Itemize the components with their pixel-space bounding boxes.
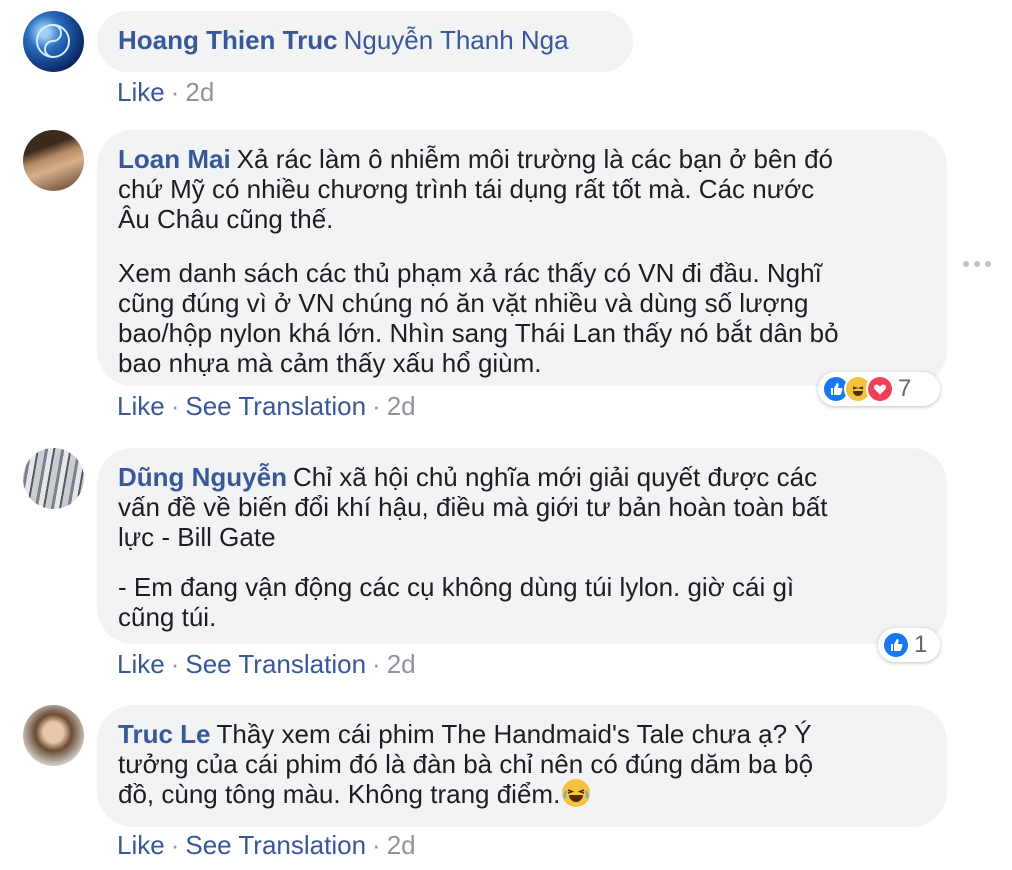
- comment-bubble: Dũng Nguyễn Chỉ xã hội chủ nghĩa mới giải…: [97, 448, 947, 644]
- see-translation-link[interactable]: See Translation: [185, 391, 366, 421]
- separator: ·: [170, 830, 180, 860]
- avatar[interactable]: [23, 130, 84, 191]
- author-name[interactable]: Truc Le: [118, 719, 210, 749]
- comment-bubble: Hoang Thien Truc Nguyễn Thanh Nga: [97, 11, 633, 72]
- author-name[interactable]: Hoang Thien Truc: [118, 25, 338, 55]
- comment-actions: Like · See Translation · 2d: [117, 830, 416, 861]
- comment-text-line: bao/hộp nylon khá lớn. Nhìn sang Thái La…: [118, 318, 839, 348]
- reaction-count: 1: [914, 631, 928, 658]
- timestamp[interactable]: 2d: [387, 830, 416, 860]
- reactions-summary[interactable]: 1: [878, 628, 940, 662]
- comment-text-line: chứ Mỹ có nhiều chương trình tái dụng rấ…: [118, 174, 815, 204]
- separator: ·: [170, 391, 180, 421]
- comment-text-line: đồ, cùng tông màu. Không trang điểm.: [118, 779, 561, 809]
- separator: ·: [372, 649, 381, 679]
- like-reaction-icon: [882, 631, 910, 659]
- like-link[interactable]: Like: [117, 830, 165, 860]
- like-link[interactable]: Like: [117, 649, 165, 679]
- separator: ·: [170, 77, 180, 107]
- reactions-summary[interactable]: 7: [818, 372, 940, 406]
- timestamp[interactable]: 2d: [387, 391, 416, 421]
- comment-text-line: vấn đề về biến đổi khí hậu, điều mà giới…: [118, 492, 828, 522]
- author-name[interactable]: Dũng Nguyễn: [118, 462, 287, 492]
- timestamp[interactable]: 2d: [185, 77, 214, 107]
- comment-actions: Like · 2d: [117, 77, 214, 108]
- love-reaction-icon: [866, 375, 894, 403]
- see-translation-link[interactable]: See Translation: [185, 830, 366, 860]
- separator: ·: [372, 391, 381, 421]
- laughing-emoji-icon: [562, 779, 591, 807]
- comment-text-line: Xả rác làm ô nhiễm môi trường là các bạn…: [236, 144, 834, 174]
- separator: ·: [372, 830, 381, 860]
- comment-actions: Like · See Translation · 2d: [117, 649, 416, 680]
- comment-text-line: lực - Bill Gate: [118, 522, 276, 552]
- avatar[interactable]: [23, 705, 84, 766]
- author-name[interactable]: Loan Mai: [118, 144, 231, 174]
- see-translation-link[interactable]: See Translation: [185, 649, 366, 679]
- avatar[interactable]: [23, 11, 84, 72]
- avatar-yin-yang-icon: [36, 24, 70, 58]
- timestamp[interactable]: 2d: [387, 649, 416, 679]
- separator: ·: [170, 649, 180, 679]
- like-link[interactable]: Like: [117, 391, 165, 421]
- comment-text-line: Xem danh sách các thủ phạm xả rác thấy c…: [118, 258, 822, 288]
- avatar[interactable]: [23, 448, 84, 509]
- like-link[interactable]: Like: [117, 77, 165, 107]
- comment-text-line: Âu Châu cũng thế.: [118, 204, 334, 234]
- comment-text-line: bao nhựa mà cảm thấy xấu hổ giùm.: [118, 348, 542, 378]
- comment-bubble: Truc Le Thầy xem cái phim The Handmaid's …: [97, 705, 947, 827]
- comment-text-line: cũng đúng vì ở VN chúng nó ăn vặt nhiều …: [118, 288, 809, 318]
- more-options-icon[interactable]: [963, 254, 991, 274]
- comment-text-line: tưởng của cái phim đó là đàn bà chỉ nên …: [118, 749, 814, 779]
- comment-text-line: Thầy xem cái phim The Handmaid's Tale ch…: [216, 719, 812, 749]
- comment-text-line: - Em đang vận động các cụ không dùng túi…: [118, 572, 795, 602]
- comment-bubble: Loan Mai Xả rác làm ô nhiễm môi trường là…: [97, 130, 947, 386]
- comment-actions: Like · See Translation · 2d: [117, 391, 416, 422]
- comment-text-line: cũng túi.: [118, 602, 217, 632]
- tagged-name[interactable]: Nguyễn Thanh Nga: [344, 25, 569, 55]
- comment-text-line: Chỉ xã hội chủ nghĩa mới giải quyết được…: [293, 462, 818, 492]
- reaction-count: 7: [898, 375, 912, 402]
